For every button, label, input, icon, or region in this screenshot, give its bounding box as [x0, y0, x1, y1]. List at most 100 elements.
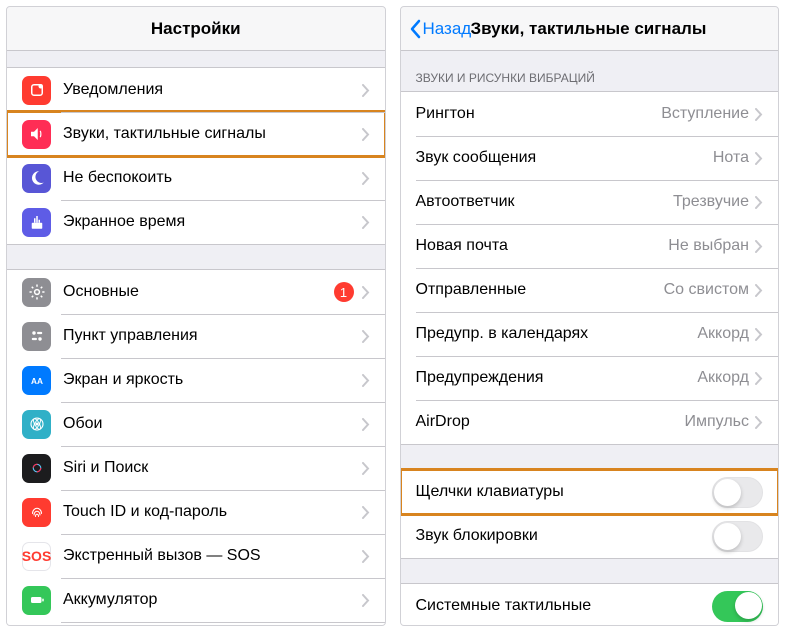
general-icon: [22, 278, 51, 307]
page-title: Звуки, тактильные сигналы: [471, 19, 769, 39]
chevron-right-icon: [755, 196, 763, 209]
row-label: AirDrop: [416, 413, 685, 431]
battery-icon: [22, 586, 51, 615]
sounds-icon: [22, 120, 51, 149]
settings-row[interactable]: Экранное время: [7, 200, 385, 244]
row-label: Siri и Поиск: [63, 459, 362, 477]
sound-row[interactable]: Предупр. в календаряхАккорд: [401, 312, 779, 356]
toggle-row: Системные тактильные: [401, 584, 779, 625]
chevron-right-icon: [362, 418, 370, 431]
row-value: Аккорд: [697, 325, 749, 343]
row-label: Предупр. в календарях: [416, 325, 698, 343]
chevron-right-icon: [362, 84, 370, 97]
sounds-content[interactable]: ЗВУКИ И РИСУНКИ ВИБРАЦИЙРингтонВступлени…: [401, 51, 779, 625]
settings-row[interactable]: AA Экран и яркость: [7, 358, 385, 402]
settings-row[interactable]: Звуки, тактильные сигналы: [7, 112, 385, 156]
page-title: Настройки: [7, 19, 385, 39]
row-label: Звук сообщения: [416, 149, 713, 167]
sound-row[interactable]: Звук сообщенияНота: [401, 136, 779, 180]
row-value: Не выбран: [668, 237, 749, 255]
row-label: Звук блокировки: [416, 527, 713, 545]
settings-row[interactable]: Siri и Поиск: [7, 446, 385, 490]
navbar: Настройки: [7, 7, 385, 51]
display-icon: AA: [22, 366, 51, 395]
toggle-switch[interactable]: [712, 591, 763, 622]
settings-row[interactable]: Уведомления: [7, 68, 385, 112]
dnd-icon: [22, 164, 51, 193]
chevron-right-icon: [755, 372, 763, 385]
screen-time-icon: [22, 208, 51, 237]
row-label: Обои: [63, 415, 362, 433]
notification-badge: 1: [334, 282, 354, 302]
chevron-right-icon: [755, 328, 763, 341]
chevron-right-icon: [362, 506, 370, 519]
settings-row[interactable]: Обои: [7, 402, 385, 446]
settings-row[interactable]: Не беспокоить: [7, 156, 385, 200]
control-center-icon: [22, 322, 51, 351]
settings-row[interactable]: Аккумулятор: [7, 578, 385, 622]
row-value: Импульс: [685, 413, 749, 431]
row-label: Экстренный вызов — SOS: [63, 547, 362, 565]
chevron-right-icon: [362, 330, 370, 343]
chevron-right-icon: [755, 240, 763, 253]
row-label: Экранное время: [63, 213, 362, 231]
chevron-right-icon: [362, 550, 370, 563]
chevron-right-icon: [362, 216, 370, 229]
chevron-right-icon: [755, 108, 763, 121]
chevron-right-icon: [755, 152, 763, 165]
row-value: Со свистом: [664, 281, 749, 299]
settings-row[interactable]: Пункт управления: [7, 314, 385, 358]
chevron-right-icon: [362, 286, 370, 299]
toggle-switch[interactable]: [712, 477, 763, 508]
settings-row[interactable]: Основные1: [7, 270, 385, 314]
sos-icon: SOS: [22, 542, 51, 571]
notifications-icon: [22, 76, 51, 105]
group-header: ЗВУКИ И РИСУНКИ ВИБРАЦИЙ: [401, 67, 779, 91]
row-label: Системные тактильные: [416, 597, 713, 615]
settings-row[interactable]: Конфиденциальность: [7, 622, 385, 625]
row-label: Звуки, тактильные сигналы: [63, 125, 362, 143]
sound-row[interactable]: АвтоответчикТрезвучие: [401, 180, 779, 224]
settings-row[interactable]: Touch ID и код-пароль: [7, 490, 385, 534]
sound-row[interactable]: РингтонВступление: [401, 92, 779, 136]
sounds-screen: Назад Звуки, тактильные сигналы ЗВУКИ И …: [400, 6, 780, 626]
sound-row[interactable]: AirDropИмпульс: [401, 400, 779, 444]
chevron-right-icon: [362, 172, 370, 185]
back-label: Назад: [423, 19, 472, 39]
siri-icon: [22, 454, 51, 483]
navbar: Назад Звуки, тактильные сигналы: [401, 7, 779, 51]
wallpaper-icon: [22, 410, 51, 439]
settings-content[interactable]: Уведомления Звуки, тактильные сигналы Не б…: [7, 51, 385, 625]
row-value: Нота: [713, 149, 749, 167]
row-label: Touch ID и код-пароль: [63, 503, 362, 521]
row-label: Автоответчик: [416, 193, 674, 211]
row-label: Новая почта: [416, 237, 669, 255]
chevron-right-icon: [362, 128, 370, 141]
back-button[interactable]: Назад: [409, 19, 472, 39]
row-label: Уведомления: [63, 81, 362, 99]
row-value: Трезвучие: [673, 193, 749, 211]
sound-row[interactable]: ОтправленныеСо свистом: [401, 268, 779, 312]
touchid-icon: [22, 498, 51, 527]
row-label: Рингтон: [416, 105, 662, 123]
chevron-right-icon: [362, 594, 370, 607]
sound-row[interactable]: Новая почтаНе выбран: [401, 224, 779, 268]
settings-screen: Настройки Уведомления Звуки, тактильные с…: [6, 6, 386, 626]
row-label: Экран и яркость: [63, 371, 362, 389]
sound-row[interactable]: ПредупрежденияАккорд: [401, 356, 779, 400]
row-value: Вступление: [661, 105, 749, 123]
settings-row[interactable]: SOS Экстренный вызов — SOS: [7, 534, 385, 578]
chevron-right-icon: [362, 374, 370, 387]
row-label: Предупреждения: [416, 369, 698, 387]
row-label: Отправленные: [416, 281, 664, 299]
toggle-row: Звук блокировки: [401, 514, 779, 558]
chevron-left-icon: [409, 19, 421, 39]
row-label: Аккумулятор: [63, 591, 362, 609]
row-label: Пункт управления: [63, 327, 362, 345]
row-label: Основные: [63, 283, 334, 301]
toggle-switch[interactable]: [712, 521, 763, 552]
chevron-right-icon: [755, 284, 763, 297]
svg-text:AA: AA: [31, 377, 43, 386]
row-label: Щелчки клавиатуры: [416, 483, 713, 501]
toggle-row: Щелчки клавиатуры: [401, 470, 779, 514]
